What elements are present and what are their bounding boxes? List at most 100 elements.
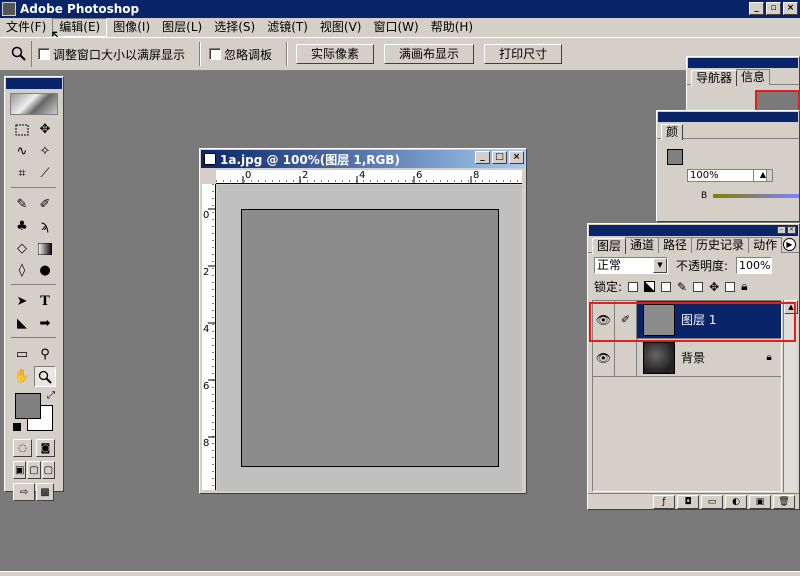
menu-window[interactable]: 窗口(W)	[367, 18, 424, 37]
color-titlebar[interactable]	[658, 112, 798, 122]
tab-color[interactable]: 颜	[661, 124, 684, 140]
vertical-ruler[interactable]: 0 2 4 6 8	[202, 184, 216, 490]
tab-actions[interactable]: 动作	[748, 237, 783, 253]
fit-window-checkbox[interactable]: 调整窗口大小以满屏显示	[38, 46, 185, 63]
screen-mode-full-icon[interactable]: ▢	[41, 461, 55, 479]
slice-tool-icon[interactable]: ⟋	[34, 163, 56, 184]
photoshop-eye-logo[interactable]	[10, 93, 58, 115]
scroll-up-icon[interactable]: ▲	[784, 300, 798, 314]
app-titlebar: Adobe Photoshop _ ▫ ×	[0, 0, 800, 18]
eraser-tool-icon[interactable]: ◇	[11, 238, 33, 259]
quickmask-mode-icon[interactable]: ◙	[36, 439, 55, 457]
foreground-color[interactable]	[15, 393, 41, 419]
layers-titlebar[interactable]: – ×	[589, 225, 798, 236]
tab-info[interactable]: 信息	[736, 69, 771, 85]
menu-file[interactable]: 文件(F)	[0, 18, 52, 37]
layer-style-icon[interactable]: ƒ	[653, 494, 675, 509]
print-size-button[interactable]: 打印尺寸	[484, 44, 563, 64]
actual-pixels-button[interactable]: 实际像素	[296, 44, 375, 64]
menu-filter[interactable]: 滤镜(T)	[261, 18, 314, 37]
tab-paths[interactable]: 路径	[658, 237, 693, 253]
lock-all-checkbox[interactable]	[725, 281, 736, 292]
opacity-input[interactable]: 100%	[736, 257, 773, 274]
clone-stamp-icon[interactable]: ♣	[11, 216, 33, 237]
move-tool-icon[interactable]: ✥	[34, 119, 56, 140]
notes-tool-icon[interactable]: ▭	[11, 344, 33, 365]
lock-position-checkbox[interactable]	[693, 281, 704, 292]
b-slider-track[interactable]	[713, 194, 799, 198]
lock-image-checkbox[interactable]	[661, 281, 672, 292]
history-brush-icon[interactable]: ϡ	[34, 216, 56, 237]
marquee-tool-icon[interactable]	[11, 119, 33, 140]
screen-mode-full-menu-icon[interactable]: ▢	[27, 461, 41, 479]
eye-icon[interactable]: 👁︎	[593, 300, 615, 339]
tab-history[interactable]: 历史记录	[691, 237, 750, 253]
link-slot[interactable]	[615, 338, 637, 377]
photoshop-app-icon	[2, 2, 16, 16]
tab-channels[interactable]: 通道	[625, 237, 660, 253]
fit-screen-button[interactable]: 满画布显示	[384, 44, 475, 64]
menu-select[interactable]: 选择(S)	[208, 18, 261, 37]
magic-wand-icon[interactable]: ✧	[34, 141, 56, 162]
restore-button[interactable]: ▫	[766, 2, 781, 15]
gradient-tool-icon[interactable]	[34, 238, 56, 259]
menu-view[interactable]: 视图(V)	[314, 18, 368, 37]
shape-tool-icon[interactable]: ➡	[34, 313, 56, 334]
swap-colors-icon[interactable]: ⤢	[47, 390, 55, 401]
image-canvas[interactable]	[241, 209, 499, 467]
adjustment-layer-icon[interactable]: ◐	[725, 494, 747, 509]
layer-row[interactable]: 👁︎ ✐ 图层 1	[593, 300, 781, 339]
menu-layer[interactable]: 图层(L)	[156, 18, 208, 37]
paintbrush-icon[interactable]: ✐	[615, 300, 637, 339]
doc-maximize-button[interactable]: □	[492, 151, 507, 164]
layers-close-button[interactable]: ×	[787, 226, 796, 234]
minimize-button[interactable]: _	[749, 2, 764, 15]
jump-to-imageready-icon[interactable]: ⇨	[13, 483, 35, 501]
zoom-tool-icon[interactable]	[34, 366, 56, 387]
layer-row[interactable]: 👁︎ 背景 🔒︎	[593, 338, 781, 377]
menu-image[interactable]: 图像(I)	[107, 18, 156, 37]
transparency-icon	[644, 281, 656, 292]
blur-tool-icon[interactable]: ◊	[11, 260, 33, 281]
document-titlebar[interactable]: 1a.jpg @ 100%(图层 1,RGB) _ □ ×	[201, 150, 525, 168]
eye-icon[interactable]: 👁︎	[593, 338, 615, 377]
type-tool-icon[interactable]: T	[34, 291, 56, 312]
layer-mask-icon[interactable]: ◘	[677, 494, 699, 509]
brush-tool-icon[interactable]: ✐	[34, 194, 56, 215]
blend-mode-select[interactable]: 正常 ▼	[594, 257, 668, 274]
pen-tool-icon[interactable]: ◣	[11, 313, 33, 334]
ignore-palettes-checkbox[interactable]: 忽略调板	[209, 46, 272, 63]
toolbox-titlebar[interactable]	[6, 78, 62, 89]
imageready-logo-icon[interactable]: ▩	[36, 483, 54, 501]
default-colors-icon[interactable]	[13, 423, 21, 431]
color-fg-swatch[interactable]	[667, 149, 683, 165]
hand-tool-icon[interactable]: ✋	[11, 366, 33, 387]
crop-tool-icon[interactable]: ⌗	[11, 163, 33, 184]
new-layer-icon[interactable]: ▣	[749, 494, 771, 509]
new-set-icon[interactable]: ▭	[701, 494, 723, 509]
screen-mode-standard-icon[interactable]: ▣	[13, 461, 27, 479]
lasso-tool-icon[interactable]: ∿	[11, 141, 33, 162]
eyedropper-tool-icon[interactable]: ⚲	[34, 344, 56, 365]
path-select-icon[interactable]: ➤	[11, 291, 33, 312]
palette-menu-arrow-icon[interactable]: ▶	[783, 238, 796, 251]
layers-minimize-button[interactable]: –	[777, 226, 786, 234]
doc-close-button[interactable]: ×	[509, 151, 524, 164]
healing-brush-icon[interactable]: ✎	[11, 194, 33, 215]
layers-scrollbar[interactable]: ▲	[783, 300, 798, 492]
standard-mode-icon[interactable]: ◌	[13, 439, 32, 457]
navigator-titlebar[interactable]	[688, 58, 798, 68]
tab-navigator[interactable]: 导航器	[691, 70, 738, 86]
canvas-area[interactable]	[217, 185, 522, 491]
dodge-tool-icon[interactable]: ●	[34, 260, 56, 281]
lock-transparency-checkbox[interactable]	[628, 281, 639, 292]
trash-icon[interactable]: 🗑︎	[773, 494, 795, 509]
doc-minimize-button[interactable]: _	[475, 151, 490, 164]
zoom-slider-icon[interactable]: ▲	[753, 169, 773, 182]
horizontal-ruler[interactable]: 0 2 4 6 8	[216, 170, 522, 184]
menu-help[interactable]: 帮助(H)	[425, 18, 479, 37]
tool-preset-zoom[interactable]	[6, 41, 32, 67]
layers-footer: ƒ ◘ ▭ ◐ ▣ 🗑︎	[588, 493, 799, 509]
close-button[interactable]: ×	[783, 2, 798, 15]
tab-layers[interactable]: 图层	[592, 238, 627, 254]
